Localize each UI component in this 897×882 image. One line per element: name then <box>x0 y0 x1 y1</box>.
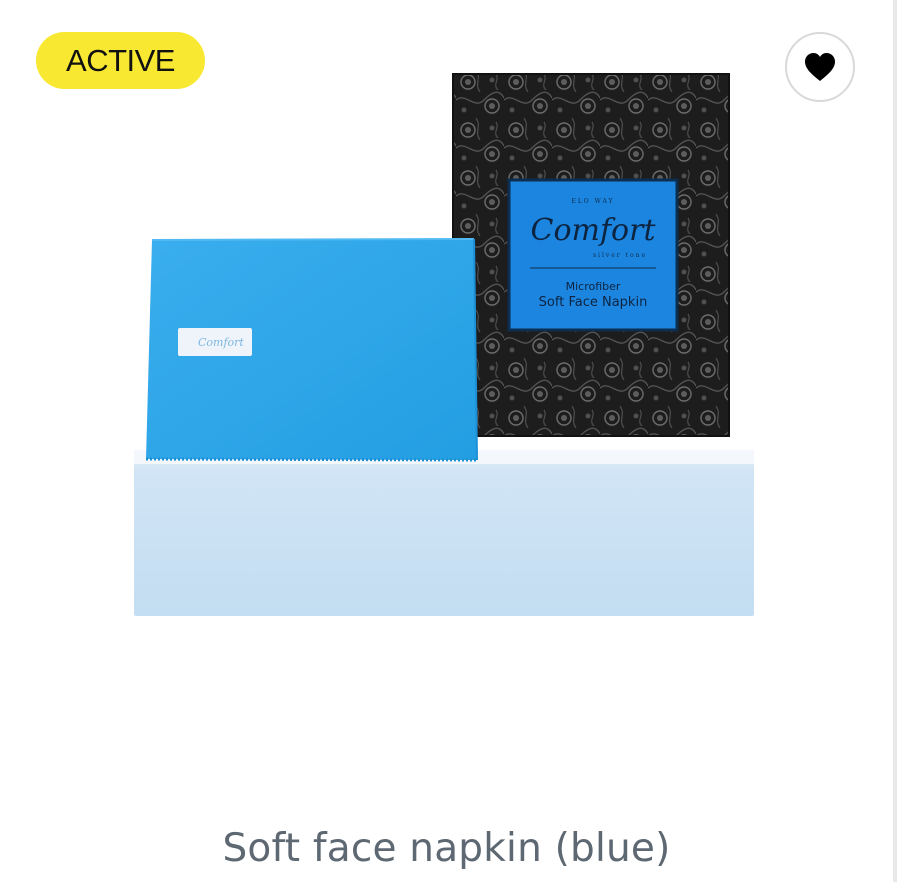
svg-text:Soft Face Napkin: Soft Face Napkin <box>539 295 648 310</box>
card-edge-divider <box>893 0 897 882</box>
product-image: ELO WAY Comfort silver tone Microfiber S… <box>134 73 754 616</box>
product-card[interactable]: ACTIVE ELO WAY Comfort silver tone Micro… <box>0 0 897 882</box>
heart-icon <box>805 53 835 81</box>
svg-text:Microfiber: Microfiber <box>566 280 621 293</box>
svg-text:Comfort: Comfort <box>530 213 656 248</box>
favorite-button[interactable] <box>785 32 855 102</box>
svg-text:ELO WAY: ELO WAY <box>571 198 614 205</box>
svg-text:Comfort: Comfort <box>198 336 244 349</box>
product-title[interactable]: Soft face napkin (blue) <box>0 826 893 871</box>
svg-text:silver tone: silver tone <box>593 252 647 259</box>
